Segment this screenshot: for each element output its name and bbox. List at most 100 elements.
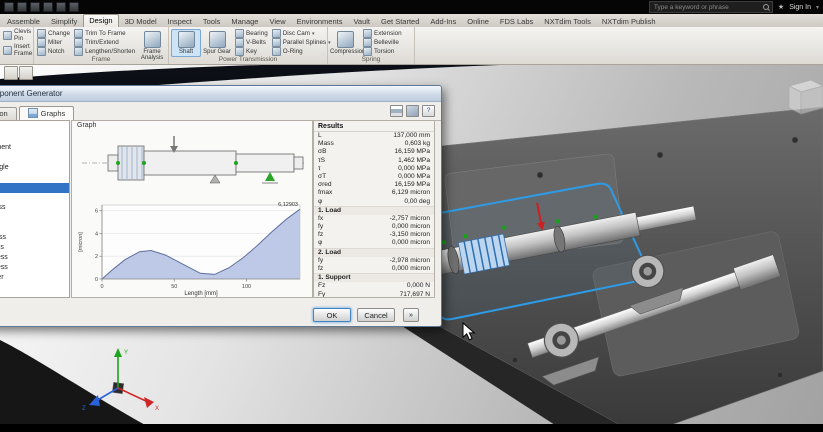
favorites-icon[interactable]: ★ — [778, 3, 784, 11]
search-box[interactable] — [648, 1, 773, 13]
app-menu-icon[interactable] — [4, 2, 14, 12]
save-icon[interactable] — [406, 105, 419, 117]
tree-item[interactable]: Deflection — [0, 183, 69, 193]
ribbon-group-label[interactable]: Power Transmission — [169, 56, 327, 64]
print-icon[interactable] — [69, 2, 79, 12]
application-window: ★ Sign In ▾ AssembleSimplifyDesign3D Mod… — [0, 0, 823, 432]
search-input[interactable] — [651, 2, 762, 12]
tree-item[interactable]: Axial Stress — [0, 233, 69, 243]
ribbon-tab[interactable]: Online — [462, 16, 494, 27]
ribbon-tab[interactable]: Simplify — [46, 16, 82, 27]
ribbon-tab[interactable]: 3D Model — [120, 16, 162, 27]
tree-item[interactable]: Bending Stress — [0, 203, 69, 213]
ribbon-button[interactable]: Belleville — [362, 38, 403, 47]
tree-item[interactable]: Bending Moment — [0, 143, 69, 153]
ribbon-button[interactable]: Lengthen/Shorten — [73, 47, 136, 56]
ribbon-button[interactable]: Change — [36, 29, 71, 38]
svg-text:6,12903: 6,12903 — [278, 202, 298, 208]
tree-item[interactable]: YZ Plane — [0, 213, 69, 223]
result-row: fmax 6,129 micron — [318, 189, 430, 197]
ribbon-group-spring: Compression Extension Belleville Torsion S… — [328, 27, 415, 64]
ribbon-button[interactable]: Extension — [362, 29, 403, 38]
ribbon-tab[interactable]: Vault — [348, 16, 375, 27]
result-row: 2. Load — [314, 247, 434, 257]
tool-icon — [74, 47, 84, 56]
ribbon-big-button[interactable]: Shaft — [171, 29, 201, 58]
ribbon-tab[interactable]: FDS Labs — [495, 16, 538, 27]
tree-item[interactable]: YZ Plane — [0, 133, 69, 143]
result-row: 1. Support — [314, 273, 434, 283]
ribbon-tab[interactable]: NXTdim Tools — [539, 16, 596, 27]
ribbon-button[interactable]: Parallel Splines — [271, 38, 332, 47]
svg-text:4: 4 — [95, 231, 98, 237]
ribbon-tab[interactable]: View — [264, 16, 290, 27]
tool-icon — [177, 31, 195, 48]
ribbon-group-frame: Change Miter Notch Trim To Frame Trim/Exten… — [34, 27, 169, 64]
ribbon-tab[interactable]: Add-Ins — [425, 16, 461, 27]
results-header: Results — [314, 121, 434, 132]
quick-access-toolbar — [4, 2, 79, 12]
tree-item[interactable]: Torsional Stress — [0, 253, 69, 263]
ribbon-button[interactable]: Disc Cam — [271, 29, 332, 38]
tree-item[interactable]: Reduced Stress — [0, 263, 69, 273]
new-file-icon[interactable] — [17, 2, 27, 12]
cancel-button[interactable]: Cancel — [357, 308, 395, 322]
support-marker — [265, 172, 275, 181]
shaft-diagram — [82, 136, 304, 184]
ribbon-button[interactable]: Insert Frame — [2, 44, 32, 57]
print-icon[interactable] — [390, 105, 403, 117]
ribbon-tab[interactable]: Design — [83, 14, 119, 27]
tree-item[interactable]: Ideal Diameter — [0, 273, 69, 283]
ribbon-tab[interactable]: Get Started — [376, 16, 424, 27]
tool-icon — [235, 47, 244, 56]
compression-spring-button[interactable]: Compression — [330, 29, 365, 57]
ribbon-tab[interactable]: Inspect — [163, 16, 197, 27]
ok-button[interactable]: OK — [313, 308, 351, 322]
ribbon-button[interactable]: Torsion — [362, 47, 403, 56]
redo-icon[interactable] — [56, 2, 66, 12]
ribbon-tab[interactable]: Environments — [292, 16, 348, 27]
ribbon-button[interactable]: Trim/Extend — [73, 38, 136, 47]
tool-icon — [3, 31, 12, 40]
ribbon-big-button[interactable]: Spur Gear — [202, 29, 232, 57]
ribbon-button[interactable]: Clevis Pin — [2, 29, 31, 42]
tree-item[interactable]: Deflection Angle — [0, 163, 69, 173]
sign-in-button[interactable]: Sign In — [789, 4, 811, 11]
ribbon-button[interactable]: Key — [234, 47, 269, 56]
tree-item[interactable]: YZ Plane — [0, 153, 69, 163]
ribbon-tab[interactable]: Assemble — [2, 16, 45, 27]
ribbon-button[interactable]: Notch — [36, 47, 71, 56]
result-row: fy -2,978 micron — [318, 256, 430, 264]
ribbon-button[interactable]: Trim To Frame — [73, 29, 136, 38]
tree-item[interactable]: Shear Stress — [0, 223, 69, 233]
dialog-title-bar[interactable]: Shaft Component Generator — [0, 86, 441, 102]
result-row: fz 0,000 micron — [318, 265, 430, 272]
more-results-button[interactable]: » — [403, 308, 419, 322]
result-row: σB 16,159 MPa — [318, 148, 430, 156]
model-panel-icon[interactable] — [19, 66, 33, 80]
save-icon[interactable] — [30, 2, 40, 12]
help-icon[interactable]: ? — [422, 105, 435, 117]
undo-icon[interactable] — [43, 2, 53, 12]
ribbon-tab[interactable]: Tools — [198, 16, 226, 27]
tree-item[interactable]: YZ Plane — [0, 173, 69, 183]
ribbon-tab[interactable]: Manage — [226, 16, 263, 27]
svg-text:[micron]: [micron] — [78, 232, 84, 252]
result-row: φ 0,000 micron — [318, 239, 430, 247]
ribbon-button[interactable]: V-Belts — [234, 38, 269, 47]
tool-icon — [271, 38, 281, 47]
ribbon-tab[interactable]: NXTdim Publish — [597, 16, 661, 27]
chevron-down-icon[interactable]: ▾ — [816, 4, 819, 11]
browser-panel-icon[interactable] — [4, 66, 18, 80]
tree-item[interactable]: YZ Plane — [0, 193, 69, 203]
tree-item[interactable]: Shear Force — [0, 123, 69, 133]
ribbon-group-label[interactable]: Frame — [34, 56, 168, 64]
ribbon-button[interactable]: O-Ring — [271, 47, 332, 56]
search-icon[interactable] — [762, 3, 770, 11]
result-row: fz -3,150 micron — [318, 231, 430, 239]
ribbon-button[interactable]: Bearing — [234, 29, 269, 38]
result-row: σT 0,000 MPa — [318, 172, 430, 180]
tree-item[interactable]: Tension Stress — [0, 243, 69, 253]
ribbon-button[interactable]: Miter — [36, 38, 71, 47]
ribbon-group-label[interactable]: Spring — [328, 56, 414, 64]
